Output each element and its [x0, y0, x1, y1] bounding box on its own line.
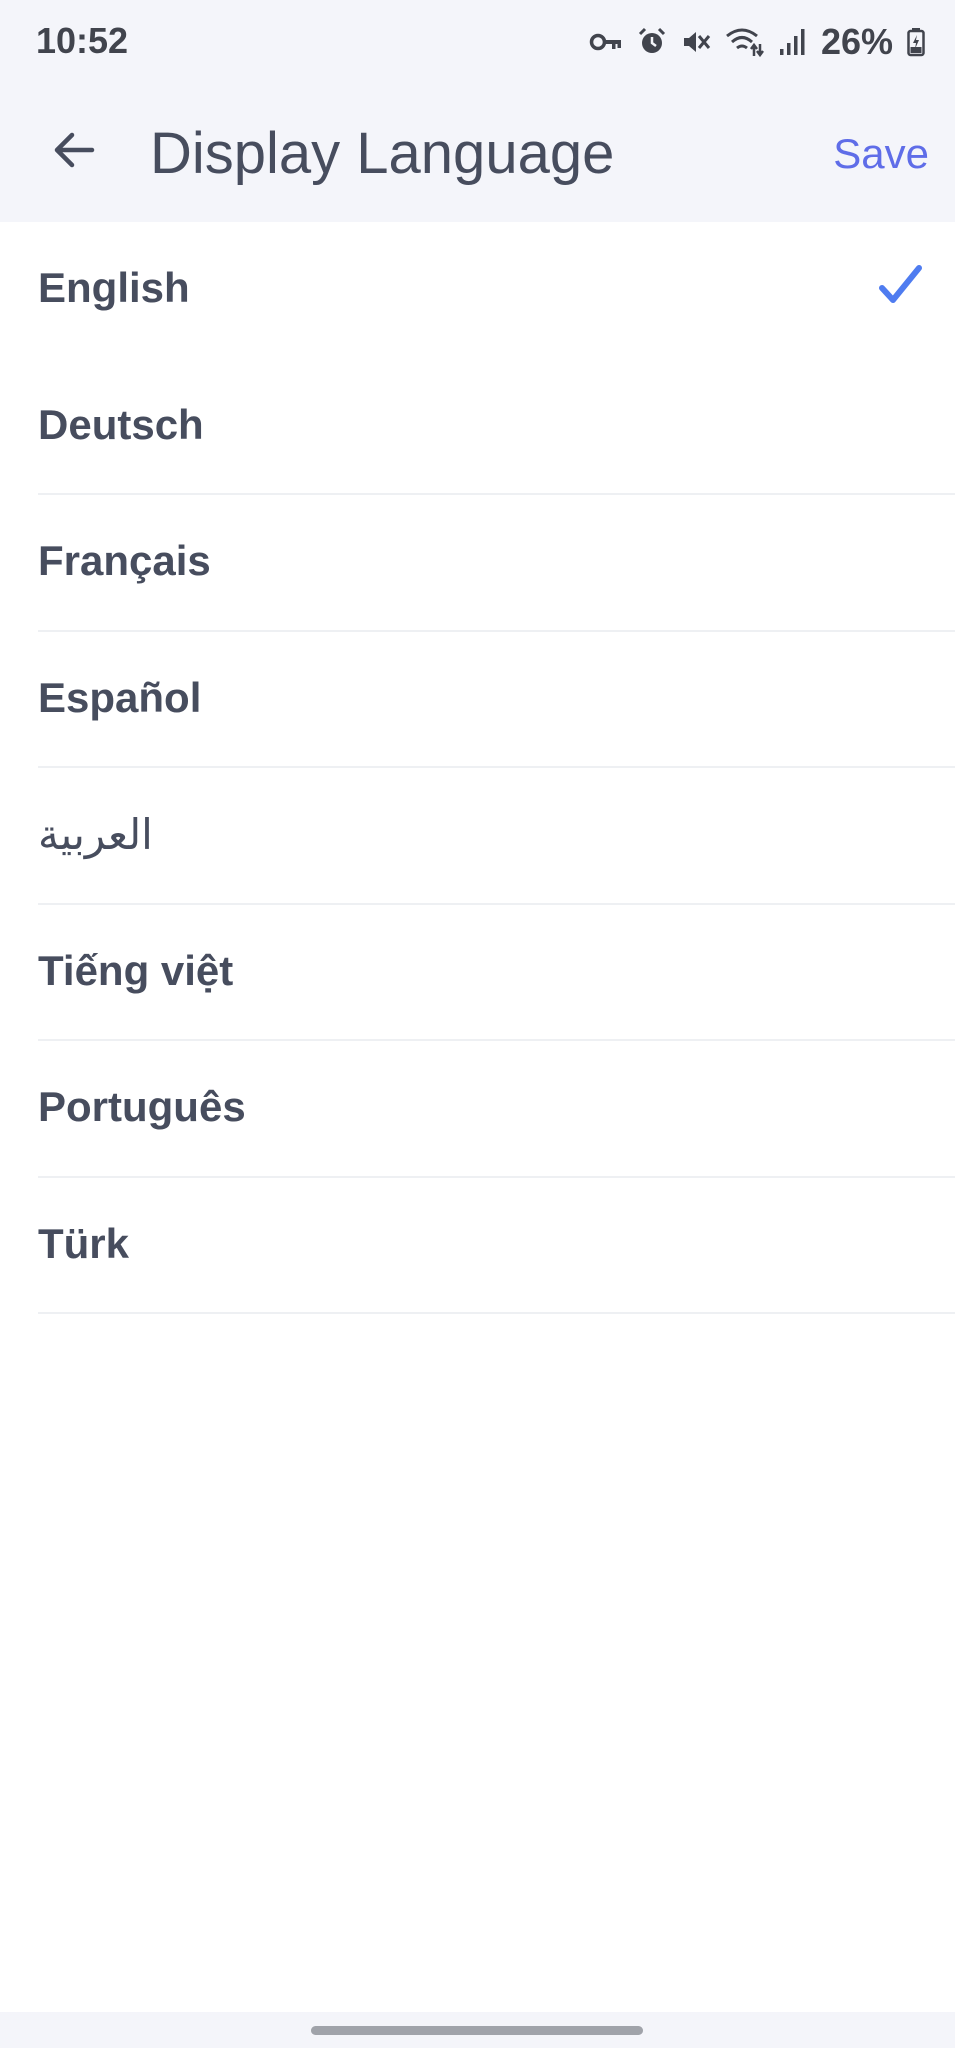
vpn-key-icon	[589, 30, 623, 54]
divider	[38, 1312, 955, 1314]
language-label: Português	[38, 1083, 246, 1130]
home-gesture-handle[interactable]	[311, 2026, 643, 2035]
checkmark-icon	[877, 262, 923, 313]
save-button[interactable]: Save	[833, 130, 929, 178]
signal-icon	[779, 27, 807, 57]
wifi-icon	[725, 26, 765, 58]
language-item-vietnamese[interactable]: Tiếng việt	[0, 905, 955, 1041]
language-item-turkish[interactable]: Türk	[0, 1178, 955, 1314]
language-label: Tiếng việt	[38, 946, 234, 994]
language-label: English	[38, 264, 190, 311]
language-item-deutsch[interactable]: Deutsch	[0, 359, 955, 495]
language-item-portuguese[interactable]: Português	[0, 1041, 955, 1178]
language-label: العربية	[38, 811, 153, 858]
battery-icon	[907, 27, 925, 57]
navigation-bar	[0, 2012, 955, 2048]
app-bar: Display Language Save	[0, 84, 955, 222]
alarm-icon	[637, 27, 667, 57]
battery-percent: 26%	[820, 21, 893, 62]
language-label: Türk	[38, 1219, 130, 1267]
page-title: Display Language	[150, 121, 615, 186]
language-item-espanol[interactable]: Español	[0, 632, 955, 768]
status-bar: 10:52 26%	[0, 0, 955, 84]
language-label: Deutsch	[38, 400, 204, 448]
language-label: Español	[38, 673, 202, 721]
mute-icon	[681, 27, 711, 57]
status-icons: 26%	[589, 20, 925, 64]
language-item-francais[interactable]: Français	[0, 495, 955, 632]
language-item-english[interactable]: English	[0, 222, 955, 359]
language-list: English Deutsch Français Español العربية…	[0, 222, 955, 1314]
language-label: Français	[38, 537, 211, 584]
status-time: 10:52	[36, 20, 129, 61]
back-button[interactable]	[36, 114, 112, 190]
back-arrow-icon	[52, 130, 96, 175]
language-item-arabic[interactable]: العربية	[0, 768, 955, 905]
